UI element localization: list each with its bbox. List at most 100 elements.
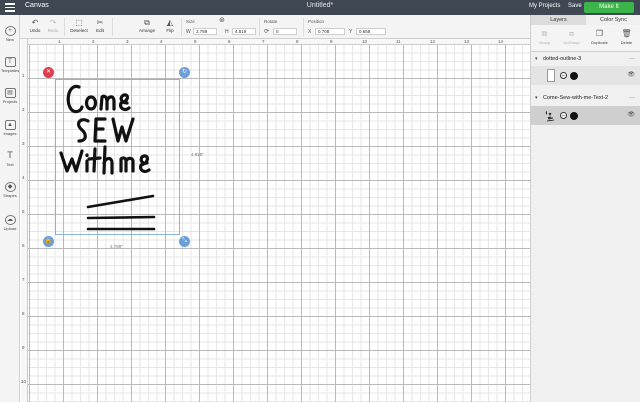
layer-row[interactable]: ✂ 👁 xyxy=(531,66,640,85)
cut-operation-icon[interactable]: ✂ xyxy=(560,112,567,119)
position-label: Position xyxy=(308,19,325,24)
selection-bounding-box[interactable] xyxy=(55,79,180,235)
chevron-down-icon[interactable]: ▾ xyxy=(535,93,538,103)
group-icon: ⧉ xyxy=(541,29,548,38)
flip-icon: ◭ xyxy=(166,18,174,27)
sidebar-item-text[interactable]: T Text xyxy=(0,151,20,168)
layer-group-name: Come-Sew-with-me-Text-2 xyxy=(543,95,609,101)
make-it-button[interactable]: Make It xyxy=(584,2,634,13)
edit-button[interactable]: ✂ Edit xyxy=(92,18,108,33)
deselect-label: Deselect xyxy=(70,28,88,33)
group-button[interactable]: ⧉ Group xyxy=(531,29,558,45)
layer-thumbnail-icon xyxy=(545,111,555,122)
edit-label: Edit xyxy=(96,28,104,33)
duplicate-button[interactable]: ❐ Duplicate xyxy=(586,29,613,45)
height-label: H xyxy=(225,29,229,35)
width-input[interactable]: 3.789 xyxy=(193,28,217,35)
ruler-number: 5 xyxy=(194,39,197,44)
duplicate-icon: ❐ xyxy=(595,29,604,38)
tab-color-sync[interactable]: Color Sync xyxy=(586,15,640,25)
redo-label: Redo xyxy=(47,28,59,33)
sidebar-item-label: Text xyxy=(6,162,14,167)
hamburger-menu-icon[interactable] xyxy=(5,3,15,12)
lock-aspect-icon[interactable]: ⊛ xyxy=(219,16,225,24)
toolbar-divider xyxy=(112,18,113,36)
sidebar-item-label: New xyxy=(5,37,14,42)
flip-label: Flip xyxy=(166,28,174,33)
ruler-number: 1 xyxy=(58,39,61,44)
ruler-number: 10 xyxy=(21,379,27,384)
save-link[interactable]: Save xyxy=(568,3,582,9)
ungroup-label: UnGroup xyxy=(563,40,580,45)
layer-thumbnail xyxy=(547,69,555,82)
layer-group-dotted-outline[interactable]: ▾ dotted-outline-3 ··· xyxy=(531,54,640,64)
ruler-number: 3 xyxy=(126,39,129,44)
delete-handle-icon[interactable]: ✕ xyxy=(43,67,54,78)
ruler-number: 6 xyxy=(22,243,25,248)
height-input[interactable]: 4.819 xyxy=(232,28,256,35)
toolbar-divider xyxy=(64,18,65,36)
ruler-number: 2 xyxy=(22,107,25,112)
y-position-input[interactable]: 0.658 xyxy=(356,28,386,35)
chevron-down-icon[interactable]: ▾ xyxy=(535,54,538,64)
ruler-number: 5 xyxy=(22,209,25,214)
lock-handle-icon[interactable]: 🔒 xyxy=(43,236,54,247)
delete-button[interactable]: 🗑 Delete xyxy=(613,29,640,45)
ruler-number: 8 xyxy=(296,39,299,44)
ruler-number: 11 xyxy=(396,39,401,44)
redo-button[interactable]: ↷ Redo xyxy=(45,18,61,33)
resize-handle-icon[interactable]: ⤡ xyxy=(179,236,190,247)
scissors-icon: ✂ xyxy=(96,18,104,27)
sidebar-item-images[interactable]: ▲ Images xyxy=(0,120,20,136)
sidebar-item-label: Templates xyxy=(0,68,20,73)
deselect-icon: ⬚ xyxy=(75,18,83,27)
x-position-input[interactable]: 0.708 xyxy=(315,28,345,35)
ruler-number: 7 xyxy=(262,39,265,44)
rotate-label: Rotate xyxy=(264,19,278,24)
size-label: Size xyxy=(186,19,195,24)
sidebar-item-label: Shapes xyxy=(3,193,17,198)
rotate-input[interactable]: 0 xyxy=(273,28,297,35)
left-sidebar: + New T Templates ▤ Projects ▲ Images T … xyxy=(0,15,20,402)
sidebar-item-new[interactable]: + New xyxy=(0,26,20,42)
ruler-number: 10 xyxy=(362,39,368,44)
sidebar-item-templates[interactable]: T Templates xyxy=(0,57,20,73)
duplicate-label: Duplicate xyxy=(591,40,608,45)
sidebar-item-shapes[interactable]: ◆ Shapes xyxy=(0,182,20,198)
panel-tabs: Layers Color Sync xyxy=(531,15,640,25)
image-icon: ▲ xyxy=(4,120,16,130)
my-projects-link[interactable]: My Projects xyxy=(529,3,560,9)
arrange-button[interactable]: ⧉ Arrange xyxy=(134,18,160,33)
layer-group-come-sew-with-me[interactable]: ▾ Come-Sew-with-me-Text-2 ··· xyxy=(531,93,640,103)
color-swatch[interactable] xyxy=(570,112,578,120)
cut-operation-icon[interactable]: ✂ xyxy=(560,72,567,79)
ruler-number: 14 xyxy=(498,39,504,44)
design-canvas[interactable]: 1 2 3 4 5 6 7 8 9 10 11 12 13 14 1 2 3 4… xyxy=(21,39,530,402)
visibility-eye-icon[interactable]: 👁 xyxy=(627,71,635,78)
undo-button[interactable]: ↶ Undo xyxy=(27,18,43,33)
color-swatch[interactable] xyxy=(570,72,578,80)
ruler-number: 3 xyxy=(22,141,25,146)
ruler-number: 7 xyxy=(22,277,25,282)
ellipsis-icon[interactable]: ··· xyxy=(629,54,635,64)
rotate-icon: ⟳ xyxy=(264,29,270,35)
layers-panel: Layers Color Sync ⧉ Group ⧈ UnGroup ❐ Du… xyxy=(530,15,640,402)
width-dimension-label: 3.789" xyxy=(110,244,123,249)
ruler-number: 12 xyxy=(430,39,436,44)
visibility-eye-icon[interactable]: 👁 xyxy=(627,111,635,118)
tab-layers[interactable]: Layers xyxy=(531,15,586,25)
shirt-icon: T xyxy=(4,57,16,67)
rotate-handle-icon[interactable]: ↻ xyxy=(179,67,190,78)
toolbar-divider xyxy=(303,18,304,36)
layer-row-selected[interactable]: ✂ 👁 xyxy=(531,106,640,125)
ruler-number: 9 xyxy=(330,39,333,44)
ungroup-button[interactable]: ⧈ UnGroup xyxy=(558,29,585,45)
ruler-number: 4 xyxy=(160,39,163,44)
ellipsis-icon[interactable]: ··· xyxy=(629,93,635,103)
flip-button[interactable]: ◭ Flip xyxy=(161,18,179,33)
sidebar-item-projects[interactable]: ▤ Projects xyxy=(0,88,20,104)
deselect-button[interactable]: ⬚ Deselect xyxy=(68,18,90,33)
ruler-number: 13 xyxy=(464,39,470,44)
sidebar-item-upload[interactable]: ☁ Upload xyxy=(0,215,20,231)
ruler-number: 2 xyxy=(92,39,95,44)
